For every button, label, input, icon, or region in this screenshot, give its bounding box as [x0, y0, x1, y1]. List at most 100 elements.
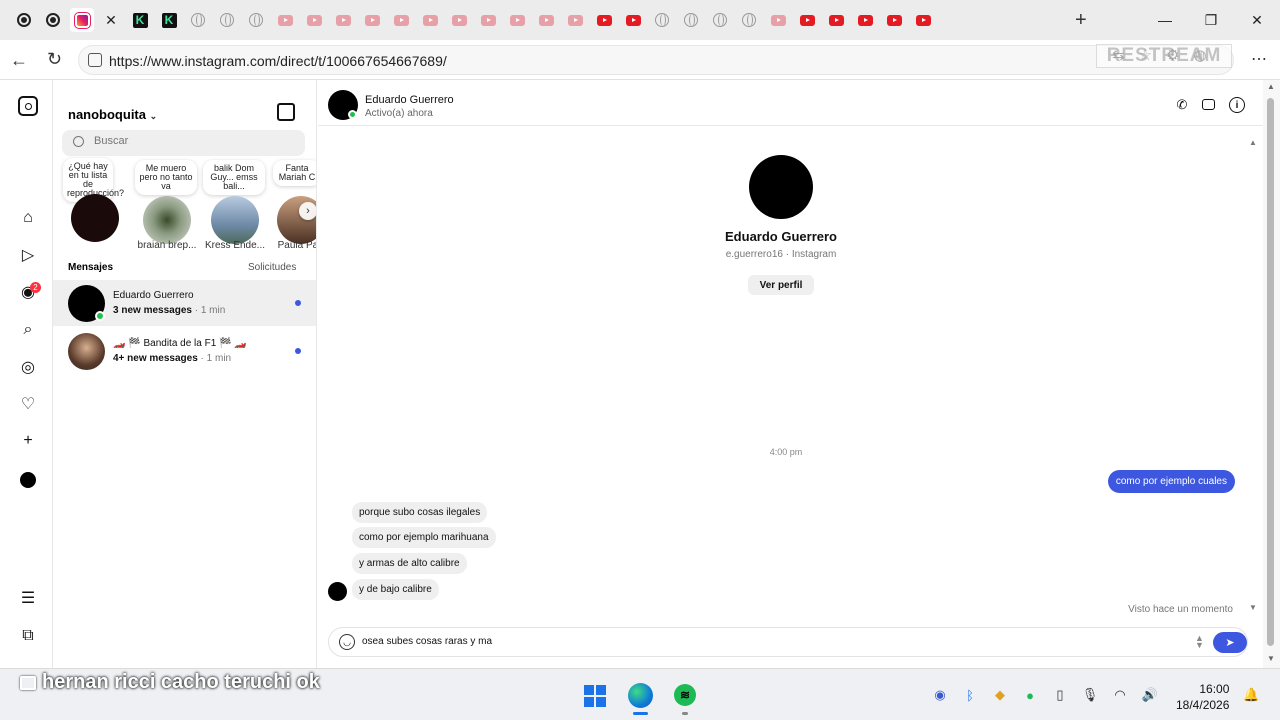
spotify-tray-icon[interactable]: ●: [1020, 686, 1040, 704]
sent-message[interactable]: como por ejemplo cuales: [1107, 470, 1235, 493]
browser-tab[interactable]: [882, 8, 906, 32]
browser-tab[interactable]: [244, 8, 268, 32]
browser-tab[interactable]: [650, 8, 674, 32]
contact-name[interactable]: Eduardo Guerrero: [365, 94, 454, 106]
info-icon[interactable]: i: [1229, 97, 1245, 113]
received-message[interactable]: como por ejemplo marihuana: [352, 527, 496, 548]
microphone-icon[interactable]: 🎙: [1080, 686, 1100, 704]
reels-icon[interactable]: ▷: [18, 245, 38, 265]
note-avatar[interactable]: [143, 196, 191, 244]
minimize-button[interactable]: —: [1142, 0, 1188, 40]
received-message[interactable]: y armas de alto calibre: [352, 553, 467, 574]
threads-icon[interactable]: ⧉: [18, 626, 38, 646]
browser-tab[interactable]: [186, 8, 210, 32]
browser-tab[interactable]: [215, 8, 239, 32]
browser-tab[interactable]: [12, 8, 36, 32]
search-box[interactable]: [62, 130, 305, 156]
url-text[interactable]: https://www.instagram.com/direct/t/10066…: [109, 53, 447, 69]
volume-icon[interactable]: 🔊: [1140, 686, 1160, 704]
home-icon[interactable]: ⌂: [18, 208, 38, 228]
close-window-button[interactable]: ✕: [1234, 0, 1280, 40]
search-input[interactable]: [94, 135, 294, 147]
phone-icon[interactable]: ✆: [1174, 97, 1190, 113]
browser-tab[interactable]: [621, 8, 645, 32]
browser-tab[interactable]: [476, 8, 500, 32]
browser-tab[interactable]: K: [128, 8, 152, 32]
address-bar[interactable]: https://www.instagram.com/direct/t/10066…: [78, 45, 1234, 75]
meet-now-icon[interactable]: ◉: [930, 686, 950, 704]
emoji-icon[interactable]: ◡: [339, 634, 355, 650]
clock[interactable]: 16:00 18/4/2026: [1176, 681, 1229, 713]
browser-tab[interactable]: [737, 8, 761, 32]
browser-tab[interactable]: [795, 8, 819, 32]
edge-browser-icon[interactable]: [628, 683, 653, 708]
received-message[interactable]: y de bajo calibre: [352, 579, 439, 600]
search-icon[interactable]: ⌕: [18, 320, 38, 340]
note-avatar[interactable]: [211, 196, 259, 244]
view-profile-button[interactable]: Ver perfil: [748, 275, 814, 295]
browser-tab[interactable]: [418, 8, 442, 32]
scroll-up-arrow[interactable]: ▲: [1249, 138, 1257, 147]
browser-tab[interactable]: [824, 8, 848, 32]
browser-tab[interactable]: [679, 8, 703, 32]
scroll-down-arrow[interactable]: ▼: [1249, 603, 1257, 612]
heart-icon[interactable]: ♡: [18, 394, 38, 414]
browser-tab[interactable]: [273, 8, 297, 32]
browser-tab[interactable]: ✕: [99, 8, 123, 32]
send-button[interactable]: ➤: [1213, 632, 1247, 653]
bluetooth-icon[interactable]: ᛒ: [960, 686, 980, 704]
browser-tab[interactable]: [853, 8, 877, 32]
scroll-up-arrow[interactable]: ▲: [1267, 82, 1275, 91]
browser-tab[interactable]: [302, 8, 326, 32]
instagram-logo-icon[interactable]: [18, 96, 38, 116]
wifi-icon[interactable]: ◠: [1110, 686, 1130, 704]
scroll-thumb[interactable]: [1267, 98, 1274, 646]
page-scrollbar[interactable]: ▲ ▼: [1263, 80, 1280, 668]
browser-tab[interactable]: [41, 8, 65, 32]
browser-tab[interactable]: [505, 8, 529, 32]
back-button[interactable]: ←: [10, 50, 28, 71]
new-message-icon[interactable]: [277, 103, 295, 121]
note-bubble[interactable]: Fanta Mariah C: [273, 160, 316, 186]
thread-item[interactable]: 🏎️ 🏁 Bandita de la F1 🏁 🏎️ 4+ new messag…: [53, 328, 316, 374]
browser-tab[interactable]: K: [157, 8, 181, 32]
create-icon[interactable]: +: [18, 431, 38, 451]
profile-avatar-icon[interactable]: [18, 470, 38, 490]
browser-tab[interactable]: [534, 8, 558, 32]
browser-tab[interactable]: [911, 8, 935, 32]
browser-tab[interactable]: [70, 8, 94, 32]
requests-link[interactable]: Solicitudes: [248, 262, 296, 273]
more-menu-button[interactable]: ⋯: [1251, 49, 1267, 69]
reload-button[interactable]: ↻: [47, 49, 62, 70]
menu-icon[interactable]: ☰: [18, 588, 38, 608]
clock-time: 16:00: [1199, 682, 1230, 696]
account-switcher[interactable]: nanoboquita ⌄: [68, 107, 157, 122]
browser-tab[interactable]: [447, 8, 471, 32]
notification-bell-icon[interactable]: 🔔: [1243, 687, 1259, 703]
thread-item[interactable]: Eduardo Guerrero 3 new messages · 1 min: [53, 280, 316, 326]
scroll-down-arrow[interactable]: ▼: [1267, 654, 1275, 663]
own-note-avatar[interactable]: [71, 194, 119, 242]
browser-tab[interactable]: [563, 8, 587, 32]
stepper-icon[interactable]: ▲ ▼: [1195, 634, 1204, 650]
new-tab-button[interactable]: +: [1075, 9, 1087, 32]
usb-icon[interactable]: ▯: [1050, 686, 1070, 704]
browser-tab[interactable]: [360, 8, 384, 32]
received-message[interactable]: porque subo cosas ilegales: [352, 502, 488, 523]
site-info-icon[interactable]: [88, 53, 102, 67]
note-bubble[interactable]: balik Dom Guy... emss bali...: [203, 160, 265, 195]
browser-tab[interactable]: [766, 8, 790, 32]
start-button[interactable]: [584, 685, 606, 707]
colorful-app-icon[interactable]: ◆: [990, 686, 1010, 704]
explore-icon[interactable]: ◎: [18, 357, 38, 377]
browser-tab[interactable]: [331, 8, 355, 32]
chevron-right-icon[interactable]: ›: [299, 202, 316, 220]
browser-tab[interactable]: [592, 8, 616, 32]
restore-button[interactable]: ❐: [1188, 0, 1234, 40]
message-input[interactable]: [362, 636, 962, 647]
note-bubble[interactable]: Me muero pero no tanto va: [135, 160, 197, 195]
browser-tab[interactable]: [708, 8, 732, 32]
spotify-icon[interactable]: ≋: [674, 684, 696, 706]
video-call-icon[interactable]: [1202, 99, 1215, 110]
browser-tab[interactable]: [389, 8, 413, 32]
